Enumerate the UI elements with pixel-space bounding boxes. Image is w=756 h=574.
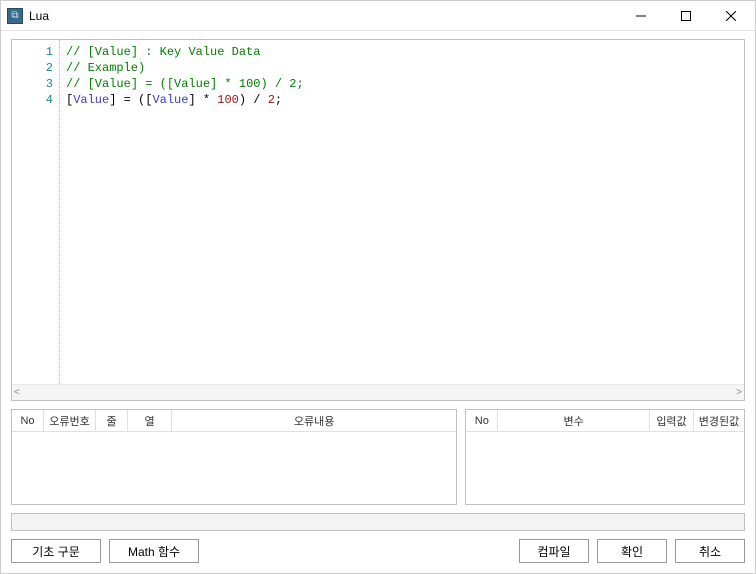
window-title: Lua <box>29 9 618 23</box>
code-line[interactable]: // Example) <box>66 60 304 76</box>
error-col-col[interactable]: 열 <box>128 410 172 431</box>
scroll-right-icon[interactable]: > <box>736 387 742 398</box>
maximize-button[interactable] <box>663 2 708 30</box>
button-row: 기초 구문 Math 함수 컴파일 확인 취소 <box>11 539 745 563</box>
var-col-input[interactable]: 입력값 <box>650 410 694 431</box>
compile-button[interactable]: 컴파일 <box>519 539 589 563</box>
editor-horizontal-scrollbar[interactable]: < > <box>12 384 744 400</box>
window-controls <box>618 2 753 30</box>
error-table-body <box>12 432 456 504</box>
var-col-no[interactable]: No <box>466 410 498 431</box>
error-col-errno[interactable]: 오류번호 <box>44 410 96 431</box>
content-area: 1234 // [Value] : Key Value Data// Examp… <box>1 31 755 573</box>
close-button[interactable] <box>708 2 753 30</box>
tables-row: No 오류번호 줄 열 오류내용 No 변수 입력값 변경된값 <box>11 409 745 505</box>
error-col-line[interactable]: 줄 <box>96 410 128 431</box>
code-line[interactable]: // [Value] = ([Value] * 100) / 2; <box>66 76 304 92</box>
code-line[interactable]: // [Value] : Key Value Data <box>66 44 304 60</box>
basic-syntax-button[interactable]: 기초 구문 <box>11 539 101 563</box>
scroll-left-icon[interactable]: < <box>14 387 20 398</box>
error-col-no[interactable]: No <box>12 410 44 431</box>
code-content[interactable]: // [Value] : Key Value Data// Example)//… <box>60 40 310 384</box>
math-function-button[interactable]: Math 함수 <box>109 539 199 563</box>
line-number: 3 <box>16 76 53 92</box>
variable-table[interactable]: No 변수 입력값 변경된값 <box>465 409 745 505</box>
line-number: 4 <box>16 92 53 108</box>
minimize-button[interactable] <box>618 2 663 30</box>
code-line[interactable]: [Value] = ([Value] * 100) / 2; <box>66 92 304 108</box>
cancel-button[interactable]: 취소 <box>675 539 745 563</box>
status-bar <box>11 513 745 531</box>
line-number-gutter: 1234 <box>12 40 60 384</box>
line-number: 1 <box>16 44 53 60</box>
error-col-msg[interactable]: 오류내용 <box>172 410 456 431</box>
error-table[interactable]: No 오류번호 줄 열 오류내용 <box>11 409 457 505</box>
app-icon: ⧉ <box>7 8 23 24</box>
variable-table-header: No 변수 입력값 변경된값 <box>466 410 744 432</box>
code-editor-frame: 1234 // [Value] : Key Value Data// Examp… <box>11 39 745 401</box>
var-col-var[interactable]: 변수 <box>498 410 650 431</box>
code-editor[interactable]: 1234 // [Value] : Key Value Data// Examp… <box>12 40 744 384</box>
button-spacer <box>207 539 511 563</box>
var-col-changed[interactable]: 변경된값 <box>694 410 744 431</box>
error-table-header: No 오류번호 줄 열 오류내용 <box>12 410 456 432</box>
line-number: 2 <box>16 60 53 76</box>
ok-button[interactable]: 확인 <box>597 539 667 563</box>
variable-table-body <box>466 432 744 504</box>
titlebar: ⧉ Lua <box>1 1 755 31</box>
